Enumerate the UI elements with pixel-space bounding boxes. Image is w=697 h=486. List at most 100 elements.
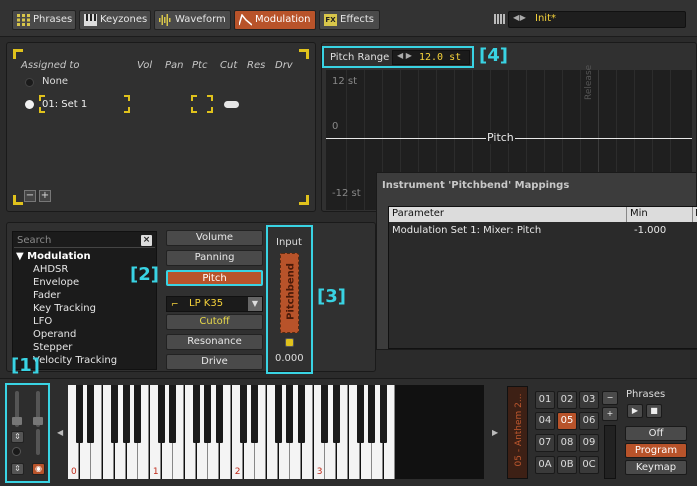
cutoff-toggle[interactable] [224, 101, 239, 108]
bracket-corner [207, 95, 213, 101]
program-06-button[interactable]: 06 [579, 412, 599, 430]
list-item[interactable]: Operand [33, 329, 76, 340]
cutoff-button[interactable]: Cutoff [166, 314, 263, 330]
pitchbend-slider-knob[interactable] [12, 417, 22, 425]
black-key[interactable] [216, 385, 224, 443]
graph-y-bottom: -12 st [332, 188, 361, 199]
radio-set-1[interactable] [25, 100, 34, 109]
velocity-slider-track[interactable] [36, 429, 40, 455]
set-label-none: None [42, 76, 69, 87]
black-key[interactable] [239, 385, 247, 443]
black-key[interactable] [379, 385, 387, 443]
stop-phrase-button[interactable]: ■ [646, 404, 662, 418]
program-02-button[interactable]: 02 [557, 391, 577, 409]
remove-program-button[interactable]: − [602, 391, 618, 405]
black-key[interactable] [75, 385, 83, 443]
pitch-button[interactable]: Pitch [166, 270, 263, 286]
program-0a-button[interactable]: 0A [535, 456, 555, 474]
category-modulation[interactable]: ▼ Modulation [16, 251, 91, 262]
black-key[interactable] [274, 385, 282, 443]
radio-none[interactable] [25, 78, 34, 87]
table-row[interactable]: Modulation Set 1: Mixer: Pitch -1.000 [389, 224, 697, 238]
list-item[interactable]: Key Tracking [33, 303, 96, 314]
black-key[interactable] [298, 385, 305, 443]
black-key[interactable] [333, 385, 341, 443]
program-0b-button[interactable]: 0B [557, 456, 577, 474]
program-01-button[interactable]: 01 [535, 391, 555, 409]
add-program-button[interactable]: + [602, 407, 618, 421]
instrument-selector[interactable]: ◀ ▶ Init* [508, 11, 686, 28]
column-header-parameter[interactable]: Parameter [392, 208, 444, 219]
phrase-mode-off-button[interactable]: Off [625, 426, 687, 441]
mappings-table: Parameter Min M Modulation Set 1: Mixer:… [388, 206, 697, 349]
program-07-button[interactable]: 07 [535, 434, 555, 452]
clear-search-icon[interactable]: × [141, 235, 152, 246]
phrases-label: Phrases [626, 389, 666, 400]
phrase-mode-program-button[interactable]: Program [625, 443, 687, 458]
drive-button[interactable]: Drive [166, 354, 263, 370]
filter-type-dropdown[interactable]: ⌐ LP K35 ▼ [166, 296, 263, 312]
phrase-mode-keymap-button[interactable]: Keymap [625, 460, 687, 475]
black-key[interactable] [122, 385, 130, 443]
black-key[interactable] [192, 385, 200, 443]
list-item[interactable]: LFO [33, 316, 52, 327]
input-knob[interactable] [285, 338, 294, 347]
octave-up-icon[interactable]: ▶ [492, 428, 498, 437]
keyboard-mode-icon[interactable]: ◉ [32, 463, 45, 475]
octave-down-icon[interactable]: ◀ [57, 428, 63, 437]
list-item[interactable]: Velocity Tracking [33, 355, 117, 366]
black-key[interactable] [251, 385, 259, 443]
chevron-down-icon[interactable]: ▼ [248, 297, 262, 311]
program-04-button[interactable]: 04 [535, 412, 555, 430]
black-key[interactable] [157, 385, 165, 443]
black-key[interactable] [356, 385, 364, 443]
pitch-range-value: 12.0 st [419, 52, 462, 63]
pitchbend-source[interactable]: Pitchbend [280, 253, 299, 333]
program-03-button[interactable]: 03 [579, 391, 599, 409]
pitch-range-value-box[interactable]: ◀ ▶ 12.0 st [392, 50, 470, 65]
keyboard-lock-icon[interactable]: ⇕ [11, 463, 24, 475]
program-0c-button[interactable]: 0C [579, 456, 599, 474]
panning-button[interactable]: Panning [166, 250, 263, 266]
piano-keyboard[interactable]: 0 1 2 3 [68, 385, 484, 479]
black-key[interactable] [87, 385, 95, 443]
column-header-drv: Drv [275, 60, 293, 71]
pitch-range-control: Pitch Range ◀ ▶ 12.0 st [322, 46, 474, 68]
black-key[interactable] [368, 385, 376, 443]
program-05-button[interactable]: 05 [557, 412, 577, 430]
black-key[interactable] [110, 385, 118, 443]
column-header-min[interactable]: Min [630, 208, 648, 219]
tab-waveform[interactable]: Waveform [154, 10, 231, 30]
search-input[interactable]: Search × [14, 233, 155, 248]
list-item[interactable]: Fader [33, 290, 61, 301]
add-set-button[interactable]: + [39, 190, 51, 202]
octave-radio[interactable] [12, 447, 21, 456]
program-09-button[interactable]: 09 [579, 434, 599, 452]
tab-modulation[interactable]: Modulation [234, 10, 316, 30]
program-08-button[interactable]: 08 [557, 434, 577, 452]
program-scrollbar[interactable] [604, 425, 616, 479]
resonance-button[interactable]: Resonance [166, 334, 263, 350]
tab-phrases[interactable]: Phrases [12, 10, 76, 30]
pitchbend-link-icon[interactable]: ⇕ [11, 431, 24, 443]
remove-set-button[interactable]: − [24, 190, 36, 202]
volume-button[interactable]: Volume [166, 230, 263, 246]
list-item[interactable]: Envelope [33, 277, 79, 288]
pitch-range-arrows[interactable]: ◀ ▶ [397, 51, 412, 60]
tab-keyzones[interactable]: Keyzones [79, 10, 151, 30]
list-item[interactable]: AHDSR [33, 264, 68, 275]
black-key[interactable] [321, 385, 329, 443]
mappings-dialog-title: Instrument 'Pitchbend' Mappings [382, 180, 570, 191]
black-key[interactable] [169, 385, 177, 443]
list-item[interactable]: Stepper [33, 342, 72, 353]
envelope-icon [239, 14, 252, 26]
keyboard-controls: ⇕ ⇕ ◉ [5, 383, 50, 483]
set-label-1[interactable]: 01: Set 1 [42, 99, 87, 110]
black-key[interactable] [134, 385, 142, 443]
black-key[interactable] [286, 385, 294, 443]
tab-effects[interactable]: FX Effects [319, 10, 380, 30]
instrument-nav-arrows[interactable]: ◀ ▶ [513, 13, 526, 22]
black-key[interactable] [204, 385, 212, 443]
play-phrase-button[interactable]: ▶ [627, 404, 643, 418]
modwheel-slider-knob[interactable] [33, 417, 43, 425]
